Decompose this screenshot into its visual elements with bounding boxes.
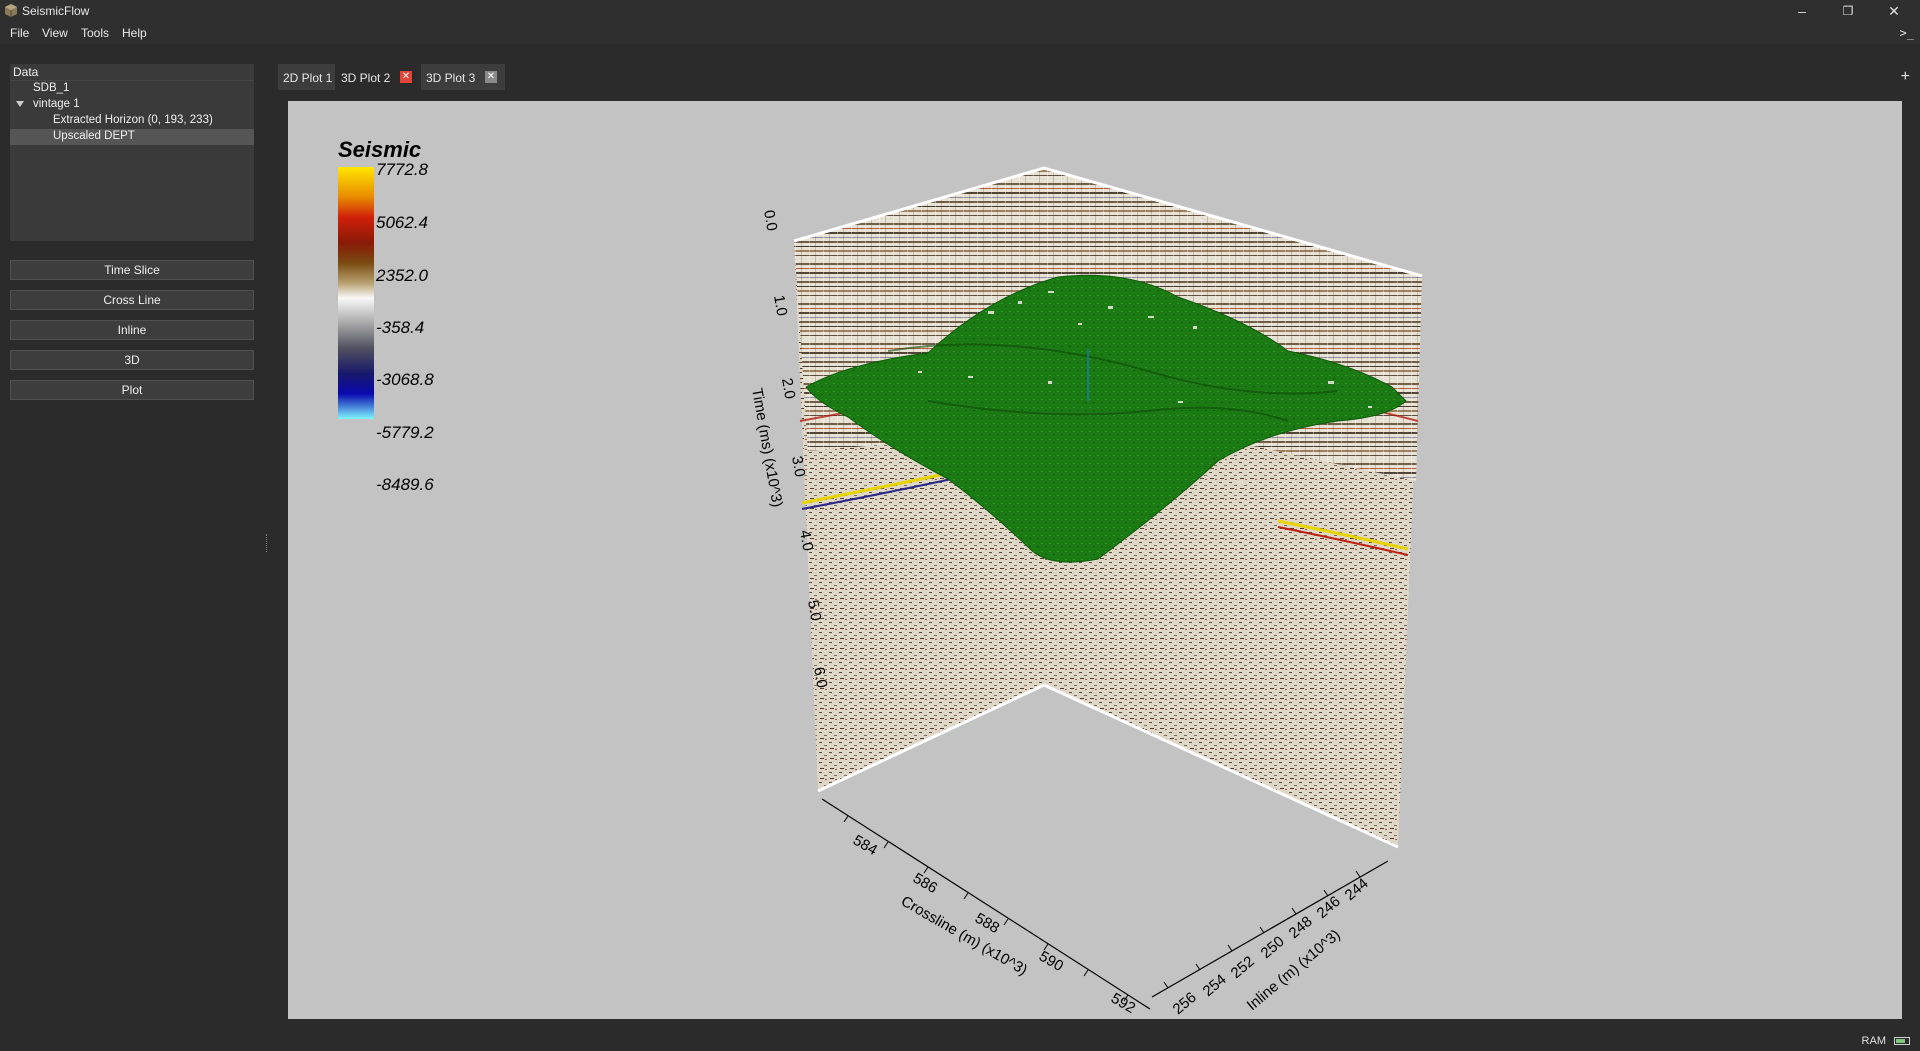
time-tick: 3.0 bbox=[788, 455, 808, 478]
crossline-tick: 584 bbox=[850, 832, 880, 859]
crossline-tick: 586 bbox=[910, 870, 940, 897]
inline-tick: 244 bbox=[1342, 875, 1372, 904]
time-tick: 0.0 bbox=[760, 209, 780, 232]
colorbar bbox=[338, 167, 374, 419]
menu-help[interactable]: Help bbox=[122, 26, 147, 40]
status-bar: RAM bbox=[0, 1031, 1920, 1051]
tab-2d-plot-1[interactable]: 2D Plot 1 bbox=[278, 64, 335, 90]
plot-button[interactable]: Plot bbox=[10, 380, 254, 400]
tab-3d-plot-3[interactable]: 3D Plot 3 ✕ bbox=[421, 64, 505, 90]
tree-item-label: SDB_1 bbox=[33, 82, 70, 94]
cross-line-button[interactable]: Cross Line bbox=[10, 290, 254, 310]
app-title: SeismicFlow bbox=[22, 4, 90, 18]
tree-item-label: Upscaled DEPT bbox=[53, 130, 135, 142]
colorbar-tick: -3068.8 bbox=[376, 370, 434, 389]
tree-item-label: vintage 1 bbox=[33, 98, 80, 110]
ram-usage-bar bbox=[1894, 1037, 1910, 1045]
time-tick: 4.0 bbox=[796, 529, 816, 552]
data-panel-title: Data bbox=[13, 65, 39, 79]
colorbar-tick: -358.4 bbox=[376, 318, 424, 337]
tab-label: 2D Plot 1 bbox=[283, 71, 333, 85]
inline-tick: 252 bbox=[1228, 953, 1258, 982]
seismic-cube bbox=[793, 166, 1423, 849]
tree-item-vintage[interactable]: vintage 1 bbox=[10, 97, 254, 113]
ram-usage-fill bbox=[1896, 1039, 1905, 1043]
tab-label: 3D Plot 2 bbox=[341, 71, 391, 85]
data-tree: SDB_1 vintage 1 Extracted Horizon (0, 19… bbox=[10, 81, 254, 241]
title-bar: SeismicFlow – ❐ ✕ bbox=[0, 0, 1920, 22]
tab-label: 3D Plot 3 bbox=[426, 71, 476, 85]
seismic-3d-view[interactable]: Seismic 7772.8 5062.4 2352.0 -358.4 -306… bbox=[288, 101, 1902, 1019]
crossline-tick: 592 bbox=[1108, 990, 1138, 1017]
tab-3d-plot-2[interactable]: 3D Plot 2 ✕ bbox=[336, 64, 420, 90]
3d-button[interactable]: 3D bbox=[10, 350, 254, 370]
cube-icon bbox=[5, 4, 17, 17]
ram-label: RAM bbox=[1861, 1035, 1886, 1047]
tree-item-sdb1[interactable]: SDB_1 bbox=[10, 81, 254, 97]
time-tick: 1.0 bbox=[770, 294, 790, 317]
tree-item-extracted-horizon[interactable]: Extracted Horizon (0, 193, 233) bbox=[10, 113, 254, 129]
time-axis-label: Time (ms) (x10^3) bbox=[748, 387, 786, 509]
time-tick: 6.0 bbox=[810, 666, 830, 689]
colorbar-title: Seismic bbox=[338, 137, 421, 162]
inline-tick: 250 bbox=[1258, 933, 1288, 962]
colorbar-tick: -5779.2 bbox=[376, 423, 434, 442]
menu-file[interactable]: File bbox=[10, 26, 29, 40]
inline-button[interactable]: Inline bbox=[10, 320, 254, 340]
menu-tools[interactable]: Tools bbox=[81, 26, 109, 40]
tree-item-upscaled-dept[interactable]: Upscaled DEPT bbox=[10, 129, 254, 145]
left-panel: Data SDB_1 vintage 1 Extracted Horizon (… bbox=[0, 44, 263, 1051]
tree-item-label: Extracted Horizon (0, 193, 233) bbox=[53, 114, 213, 126]
inline-tick: 256 bbox=[1170, 989, 1200, 1018]
time-slice-button[interactable]: Time Slice bbox=[10, 260, 254, 280]
time-tick: 2.0 bbox=[778, 377, 798, 400]
minimize-button[interactable]: – bbox=[1780, 0, 1824, 22]
add-tab-button[interactable]: + bbox=[1901, 68, 1910, 86]
panel-splitter[interactable] bbox=[266, 534, 269, 552]
close-icon[interactable]: ✕ bbox=[485, 71, 497, 83]
close-icon[interactable]: ✕ bbox=[400, 71, 412, 83]
chevron-down-icon[interactable] bbox=[16, 101, 24, 107]
time-tick: 5.0 bbox=[804, 599, 824, 622]
colorbar-tick: -8489.6 bbox=[376, 475, 434, 494]
colorbar-tick: 7772.8 bbox=[376, 160, 429, 179]
inline-tick: 246 bbox=[1314, 893, 1344, 922]
crossline-axis-label: Crossline (m) (x10^3) bbox=[898, 893, 1030, 979]
menu-view[interactable]: View bbox=[42, 26, 68, 40]
colorbar-tick: 2352.0 bbox=[375, 266, 429, 285]
colorbar-tick: 5062.4 bbox=[376, 213, 428, 232]
inline-tick: 254 bbox=[1200, 971, 1230, 1000]
data-panel-header: Data bbox=[10, 64, 254, 81]
restore-button[interactable]: ❐ bbox=[1826, 0, 1870, 22]
console-icon[interactable]: >_ bbox=[1900, 26, 1914, 40]
close-window-button[interactable]: ✕ bbox=[1872, 0, 1916, 22]
menu-bar: File View Tools Help >_ bbox=[0, 22, 1920, 44]
